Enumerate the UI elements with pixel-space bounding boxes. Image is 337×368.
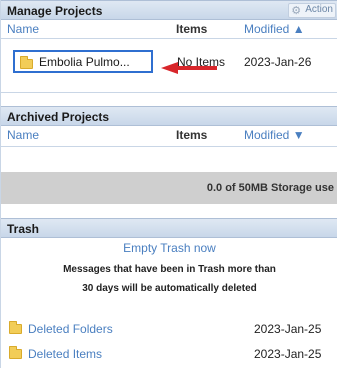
trash-item-deleted-items[interactable]: Deleted Items 2023-Jan-25: [1, 345, 337, 363]
archived-projects-title: Archived Projects: [7, 110, 110, 124]
gear-icon: ⚙: [291, 5, 302, 17]
trash-item-date: 2023-Jan-25: [254, 347, 322, 361]
divider: [1, 146, 337, 147]
folder-icon: [9, 321, 22, 334]
annotation-arrow-line: [177, 66, 217, 70]
actions-button[interactable]: ⚙ Action: [288, 3, 336, 18]
project-row[interactable]: Embolia Pulmo... No Items 2023-Jan-26: [1, 48, 337, 76]
column-items: Items: [176, 22, 208, 36]
project-modified-date: 2023-Jan-26: [244, 55, 312, 69]
project-name-highlight[interactable]: Embolia Pulmo...: [13, 50, 153, 73]
trash-item-date: 2023-Jan-25: [254, 322, 322, 336]
manage-projects-columns: Name Items Modified ▲: [1, 20, 337, 38]
trash-message-line1: Messages that have been in Trash more th…: [63, 264, 276, 275]
storage-usage-bar: 0.0 of 50MB Storage use: [1, 172, 337, 204]
actions-label: Action: [305, 4, 333, 15]
empty-trash-link[interactable]: Empty Trash now: [1, 241, 337, 255]
manage-projects-header: Manage Projects ⚙ Action: [1, 0, 337, 20]
trash-title: Trash: [7, 222, 40, 236]
manage-projects-title: Manage Projects: [7, 4, 103, 18]
archived-projects-columns: Name Items Modified ▼: [1, 126, 337, 144]
archived-column-items: Items: [176, 128, 208, 142]
annotation-arrow-head: [161, 62, 178, 74]
folder-icon: [9, 346, 22, 359]
archived-column-modified-sort[interactable]: Modified ▼: [244, 128, 305, 142]
trash-message-line2: 30 days will be automatically deleted: [82, 283, 257, 294]
column-modified-sort[interactable]: Modified ▲: [244, 22, 305, 36]
divider: [1, 92, 337, 93]
projects-panel: Manage Projects ⚙ Action Name Items Modi…: [0, 0, 337, 368]
column-name-sort[interactable]: Name: [7, 22, 39, 36]
trash-header: Trash: [1, 218, 337, 238]
divider: [1, 38, 337, 39]
archived-column-name-sort[interactable]: Name: [7, 128, 39, 142]
storage-usage-text: 0.0 of 50MB Storage use: [206, 182, 334, 194]
trash-item-deleted-folders[interactable]: Deleted Folders 2023-Jan-25: [1, 320, 337, 338]
project-name-link[interactable]: Embolia Pulmo...: [39, 55, 130, 69]
trash-item-name[interactable]: Deleted Folders: [28, 322, 113, 336]
archived-projects-header: Archived Projects: [1, 106, 337, 126]
trash-item-name[interactable]: Deleted Items: [28, 347, 102, 361]
folder-icon: [20, 56, 33, 69]
